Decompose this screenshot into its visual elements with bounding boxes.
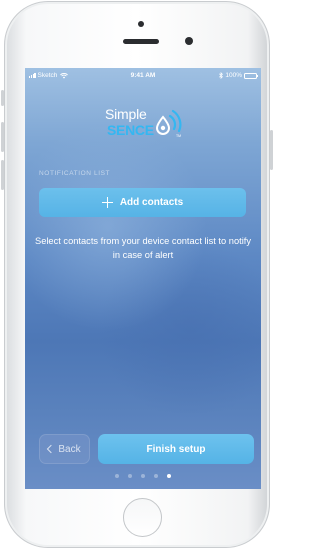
chevron-left-icon — [47, 444, 56, 454]
water-drop-signal-icon: TM — [155, 109, 182, 138]
page-indicator — [25, 474, 261, 478]
logo-word-simple: Simple — [105, 106, 147, 122]
app-screen: Sketch 9:41 AM 100% Simple SENCE TM NOTI… — [25, 68, 261, 489]
page-dot — [115, 474, 119, 478]
volume-down-button — [1, 160, 4, 190]
earpiece-speaker — [123, 39, 159, 44]
help-text: Select contacts from your device contact… — [35, 236, 251, 260]
front-camera — [138, 21, 144, 27]
finish-setup-button[interactable]: Finish setup — [98, 434, 254, 464]
add-contacts-label: Add contacts — [119, 197, 184, 208]
back-label: Back — [58, 443, 81, 455]
logo-trademark: TM — [176, 134, 181, 138]
status-bar: Sketch 9:41 AM 100% — [25, 68, 261, 82]
bluetooth-icon — [219, 72, 224, 79]
mute-switch — [1, 90, 4, 106]
battery-percent: 100% — [225, 72, 242, 79]
add-contacts-button[interactable]: Add contacts — [39, 188, 246, 217]
home-button[interactable] — [123, 498, 162, 537]
finish-setup-label: Finish setup — [146, 443, 206, 455]
simplesence-logo: Simple SENCE TM — [103, 102, 193, 144]
back-button[interactable]: Back — [39, 434, 90, 464]
page-dot-active — [167, 474, 171, 478]
volume-up-button — [1, 122, 4, 152]
section-label: NOTIFICATION LIST — [39, 170, 111, 177]
battery-icon — [244, 72, 258, 79]
power-button — [270, 130, 273, 170]
logo-word-sence: SENCE — [107, 122, 154, 138]
plus-icon — [101, 197, 113, 208]
phone-frame: Sketch 9:41 AM 100% Simple SENCE TM NOTI… — [1, 1, 273, 548]
page-dot — [154, 474, 158, 478]
page-dot — [141, 474, 145, 478]
status-right: 100% — [219, 72, 258, 79]
proximity-sensor — [185, 37, 193, 45]
page-dot — [128, 474, 132, 478]
